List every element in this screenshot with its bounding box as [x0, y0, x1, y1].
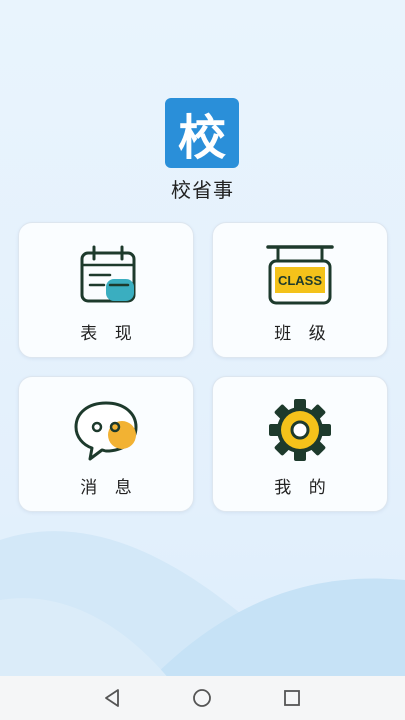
app-logo: 校 — [165, 98, 239, 168]
performance-label: 表 现 — [80, 324, 138, 344]
messages-card[interactable]: 消 息 — [18, 376, 194, 512]
recent-square-icon[interactable] — [280, 686, 304, 710]
back-triangle-icon[interactable] — [100, 686, 124, 710]
chat-bubble-icon — [74, 401, 138, 461]
calendar-icon — [80, 245, 136, 303]
class-sign-icon: CLASS — [266, 245, 334, 305]
gear-icon — [269, 399, 331, 461]
app-logo-char: 校 — [177, 110, 226, 166]
class-card[interactable]: CLASS 班 级 — [212, 222, 388, 358]
class-label: 班 级 — [274, 324, 332, 344]
profile-card[interactable]: 我 的 — [212, 376, 388, 512]
home-circle-icon[interactable] — [190, 686, 214, 710]
app-title: 校省事 — [171, 178, 234, 202]
class-sign-text: CLASS — [278, 273, 322, 288]
system-navbar — [0, 676, 405, 720]
profile-label: 我 的 — [274, 478, 332, 498]
performance-card[interactable]: 表 现 — [18, 222, 194, 358]
messages-label: 消 息 — [80, 478, 138, 498]
